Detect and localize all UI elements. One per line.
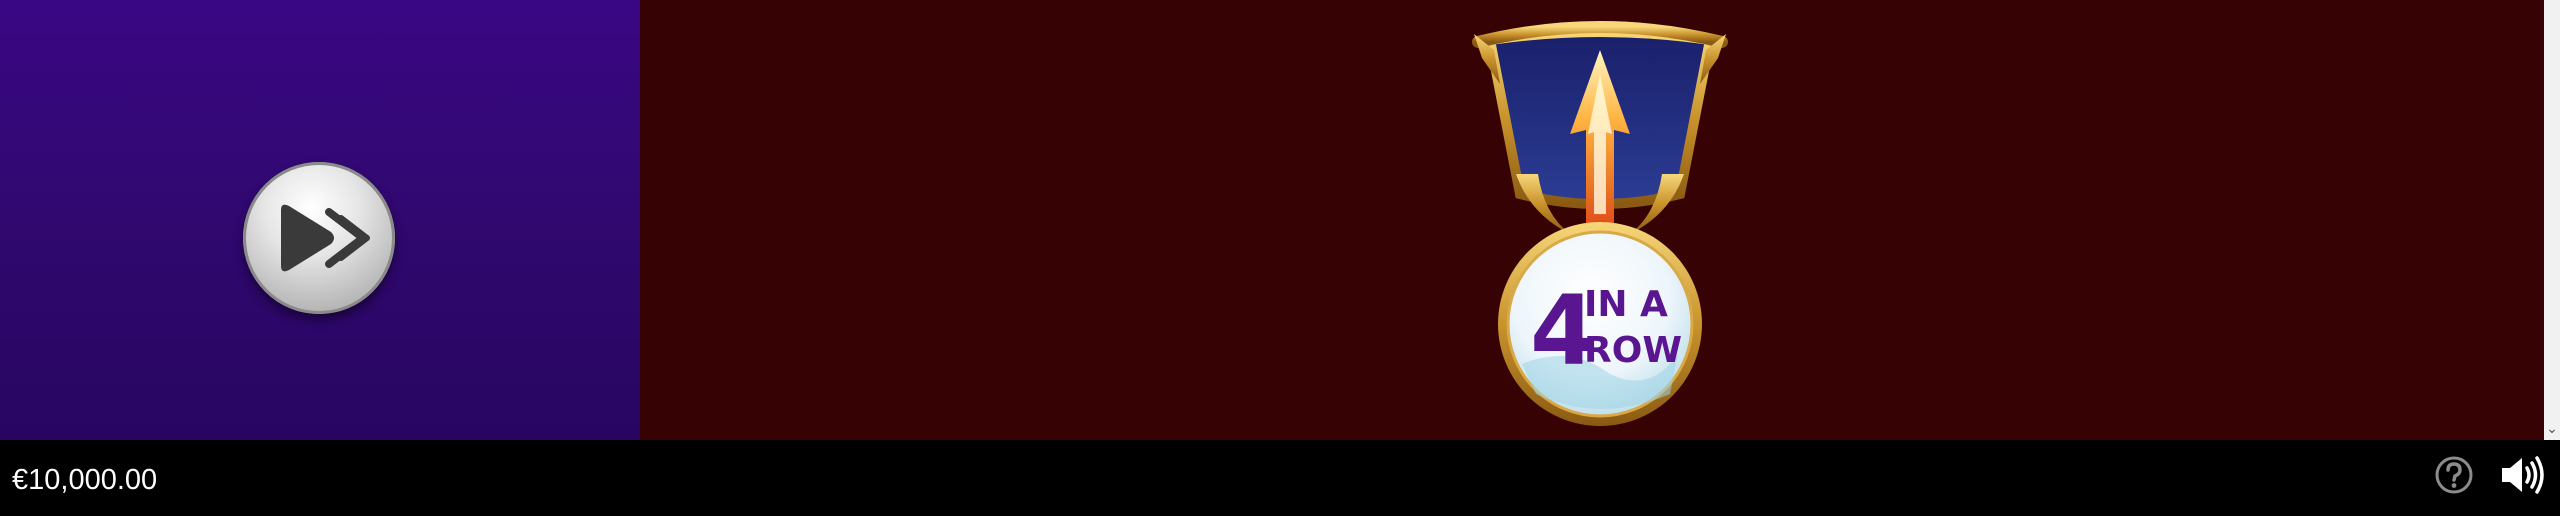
sound-button[interactable] <box>2498 453 2546 497</box>
question-circle-icon <box>2435 456 2473 494</box>
badge-line-1: IN A <box>1584 284 1668 325</box>
left-panel <box>0 0 640 440</box>
game-stage: 4 IN A ROW ⌄ <box>0 0 2560 440</box>
balance-display: €10,000.00 <box>12 464 158 496</box>
fast-forward-play-icon <box>281 204 370 272</box>
help-button[interactable] <box>2434 455 2474 495</box>
four-in-a-row-badge: 4 IN A ROW <box>1460 14 1740 439</box>
play-button[interactable] <box>243 162 395 314</box>
bottom-bar: €10,000.00 <box>0 440 2560 516</box>
scrollbar[interactable] <box>2544 0 2560 440</box>
scroll-down-arrow-icon[interactable]: ⌄ <box>2544 418 2560 440</box>
speaker-volume-icon <box>2502 456 2544 494</box>
badge-line-2: ROW <box>1584 330 1682 371</box>
